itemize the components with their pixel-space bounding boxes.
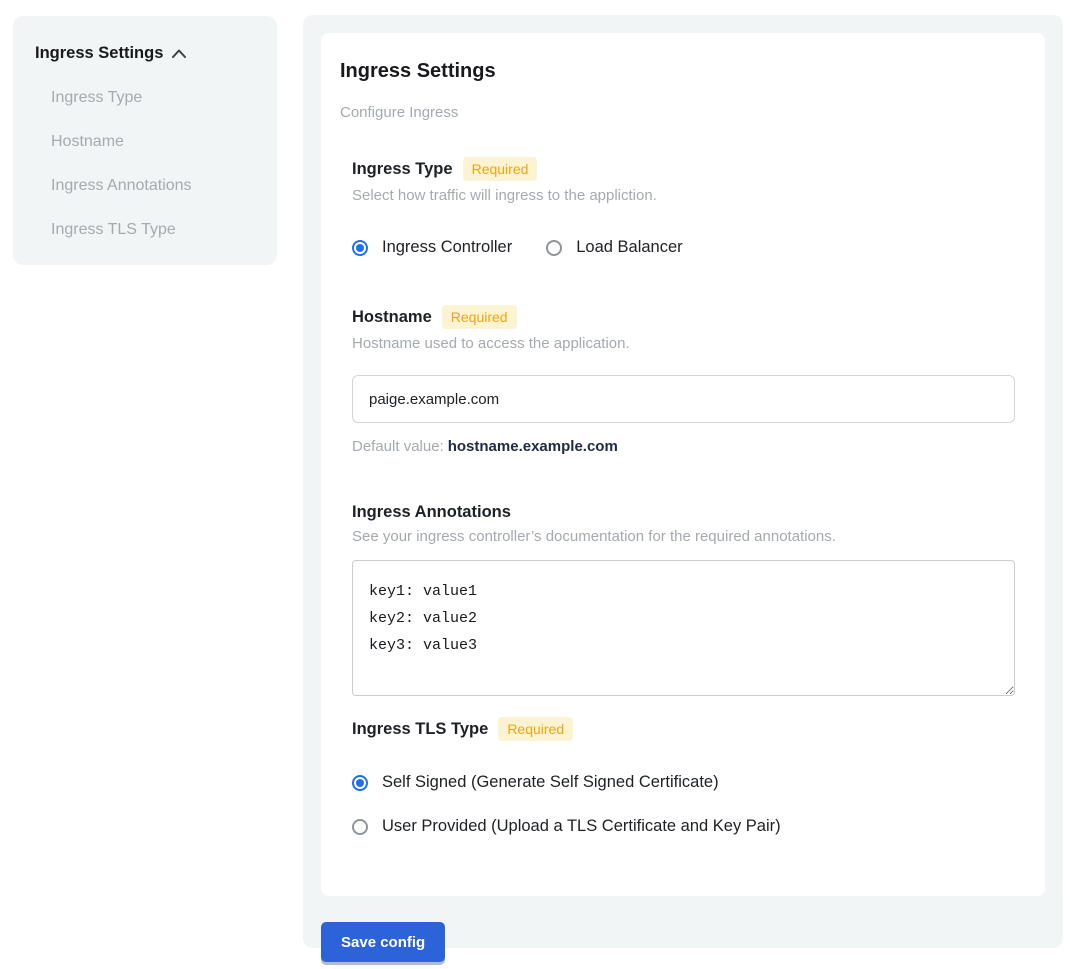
settings-panel: Ingress Settings Configure Ingress Ingre… [303,15,1063,948]
hostname-input[interactable] [352,375,1015,423]
radio-label: User Provided (Upload a TLS Certificate … [382,817,781,836]
sidebar-item-ingress-tls-type[interactable]: Ingress TLS Type [51,221,255,239]
field-ingress-annotations: Ingress Annotations See your ingress con… [352,503,1026,696]
radio-label: Self Signed (Generate Self Signed Certif… [382,773,719,792]
ingress-type-radio-group: Ingress Controller Load Balancer [352,238,1026,257]
radio-label: Load Balancer [576,238,682,257]
form-fields: Ingress Type Required Select how traffic… [352,157,1026,836]
page-title: Ingress Settings [340,60,1026,83]
radio-button-icon [352,819,368,835]
annotations-textarea[interactable]: key1: value1 key2: value2 key3: value3 [352,560,1015,696]
field-ingress-type: Ingress Type Required Select how traffic… [352,157,1026,257]
radio-self-signed[interactable]: Self Signed (Generate Self Signed Certif… [352,773,1026,792]
radio-button-icon [352,775,368,791]
sidebar-group-ingress-settings[interactable]: Ingress Settings [35,44,255,63]
default-label: Default value: [352,438,444,455]
save-config-button[interactable]: Save config [321,922,445,962]
sidebar-item-hostname[interactable]: Hostname [51,133,255,151]
ingress-type-label: Ingress Type [352,160,453,179]
sidebar-nav: Ingress Type Hostname Ingress Annotation… [35,89,255,239]
sidebar-group-label: Ingress Settings [35,44,163,63]
page-subtitle: Configure Ingress [340,104,1026,121]
radio-ingress-controller[interactable]: Ingress Controller [352,238,512,257]
tls-type-radio-group: Self Signed (Generate Self Signed Certif… [352,773,1026,836]
radio-load-balancer[interactable]: Load Balancer [546,238,682,257]
hostname-description: Hostname used to access the application. [352,335,1026,352]
sidebar-item-ingress-annotations[interactable]: Ingress Annotations [51,177,255,195]
chevron-up-icon [172,49,186,58]
sidebar-item-ingress-type[interactable]: Ingress Type [51,89,255,107]
required-badge: Required [463,157,538,181]
annotations-description: See your ingress controller’s documentat… [352,528,1026,545]
ingress-type-description: Select how traffic will ingress to the a… [352,187,1026,204]
default-value: hostname.example.com [448,438,618,455]
tls-type-label: Ingress TLS Type [352,720,488,739]
radio-label: Ingress Controller [382,238,512,257]
required-badge: Required [498,717,573,741]
ingress-settings-card: Ingress Settings Configure Ingress Ingre… [321,33,1045,896]
required-badge: Required [442,305,517,329]
field-ingress-tls-type: Ingress TLS Type Required Self Signed (G… [352,717,1026,836]
annotations-label: Ingress Annotations [352,503,511,522]
hostname-label: Hostname [352,308,432,327]
field-hostname: Hostname Required Hostname used to acces… [352,305,1026,455]
radio-button-icon [352,240,368,256]
radio-button-icon [546,240,562,256]
sidebar: Ingress Settings Ingress Type Hostname I… [13,16,277,265]
hostname-default-hint: Default value:hostname.example.com [352,438,1026,455]
radio-user-provided[interactable]: User Provided (Upload a TLS Certificate … [352,817,1026,836]
